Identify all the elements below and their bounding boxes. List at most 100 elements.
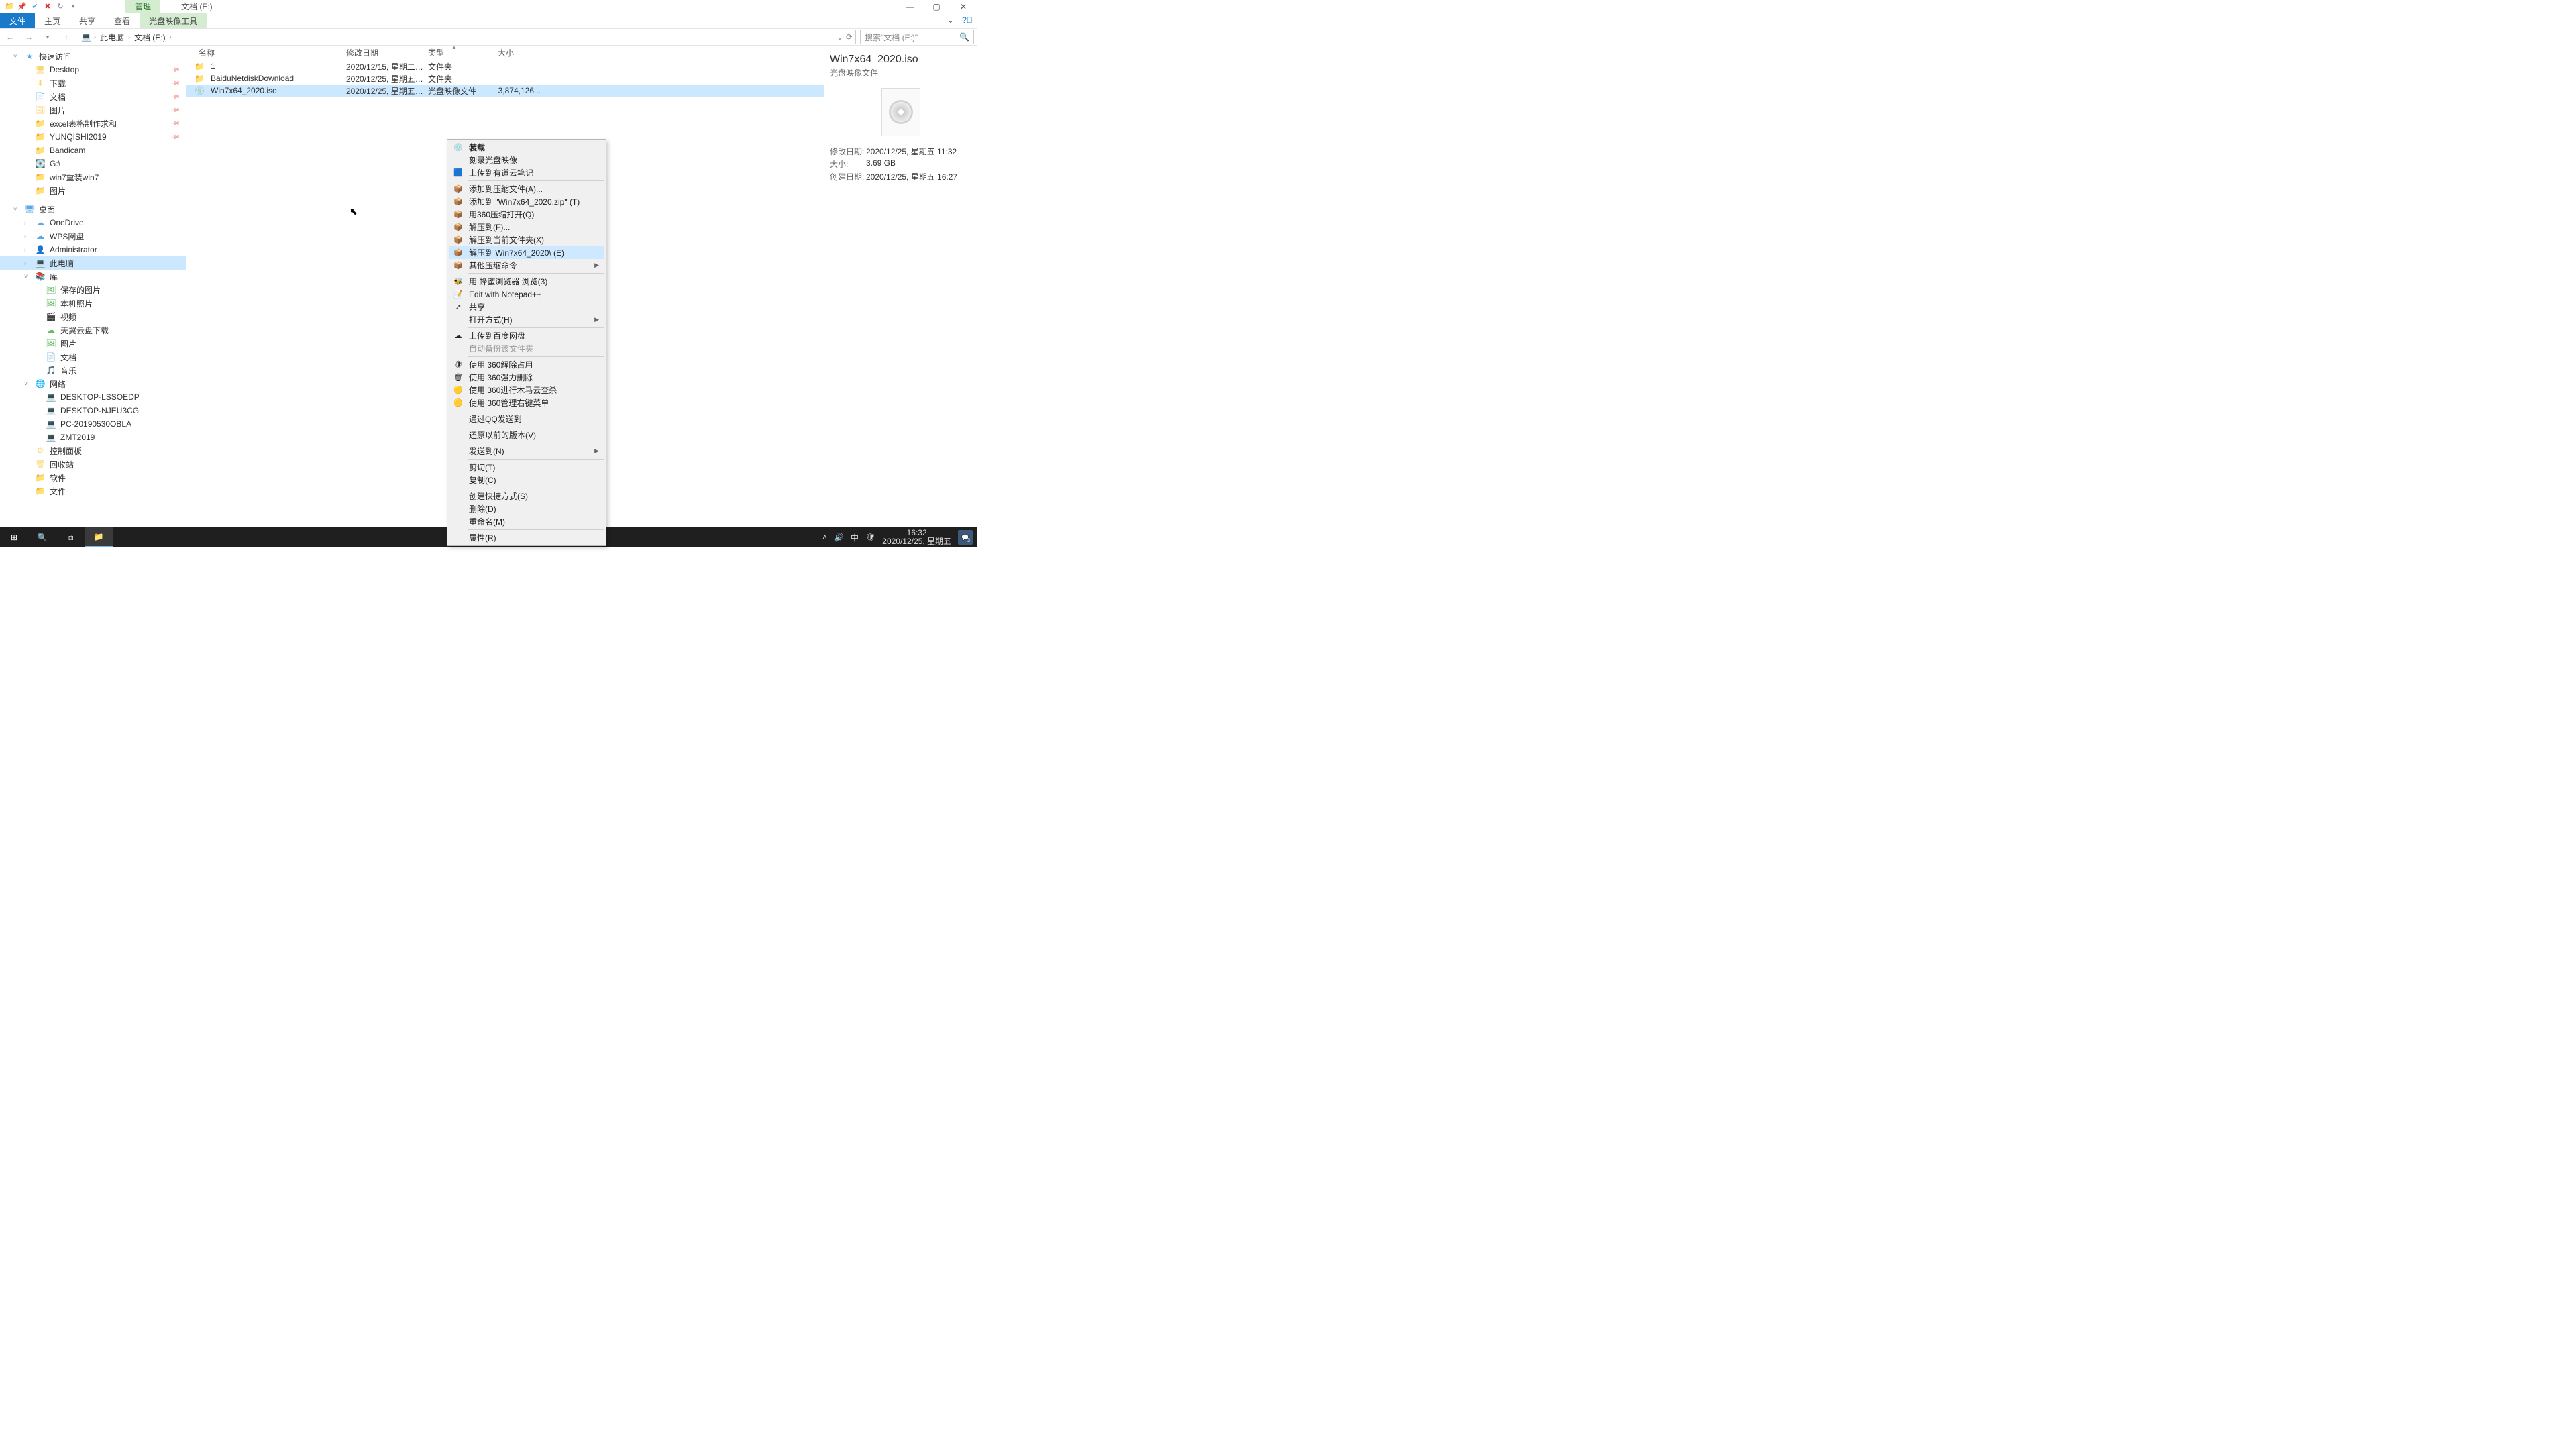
tree-item[interactable]: 🖼保存的图片 [0,283,186,297]
tree-item[interactable]: 📁win7重装win7 [0,170,186,184]
tree-item[interactable]: 📁文件 [0,484,186,498]
context-menu-item[interactable]: 重命名(M) [449,515,604,528]
context-menu-item[interactable]: 🟡使用 360进行木马云查杀 [449,384,604,396]
tree-item[interactable]: 🖼图片 [0,103,186,117]
context-menu-item[interactable]: 🗑使用 360强力删除 [449,371,604,384]
ribbon-file-tab[interactable]: 文件 [0,13,35,28]
context-menu-item[interactable]: 📦用360压缩打开(Q) [449,208,604,221]
tree-item[interactable]: ›💻此电脑 [0,256,186,270]
tree-item[interactable]: 💻ZMT2019 [0,431,186,444]
tree-item[interactable]: ›👤Administrator [0,243,186,256]
nav-history-button[interactable]: ▾ [40,30,55,44]
context-menu-item[interactable]: 发送到(N)▶ [449,445,604,458]
nav-back-button[interactable]: ← [3,30,17,44]
minimize-button[interactable]: — [896,0,923,13]
context-menu-item[interactable]: 🟦上传到有道云笔记 [449,166,604,179]
tree-item[interactable]: ˅★快速访问 [0,50,186,63]
context-menu-item[interactable]: ↗共享 [449,301,604,313]
tree-item[interactable]: 🖼图片 [0,337,186,350]
qat-pin-icon[interactable]: 📌 [17,1,28,12]
column-size[interactable]: 大小 [494,47,541,58]
task-view-button[interactable]: ⧉ [56,527,85,547]
context-menu-item[interactable]: 创建快捷方式(S) [449,490,604,502]
context-menu-item[interactable]: 📦添加到 "Win7x64_2020.zip" (T) [449,195,604,208]
expand-icon[interactable]: › [24,219,31,226]
context-menu-item[interactable]: 还原以前的版本(V) [449,429,604,441]
context-menu-item[interactable]: 打开方式(H)▶ [449,313,604,326]
tree-item[interactable]: 🖼本机照片 [0,297,186,310]
ribbon-tab-home[interactable]: 主页 [35,13,70,28]
expand-icon[interactable]: › [24,260,31,266]
file-row[interactable]: 📁BaiduNetdiskDownload2020/12/25, 星期五 1..… [186,72,824,85]
search-button[interactable]: 🔍 [28,527,56,547]
ime-indicator[interactable]: 中 [851,532,859,543]
context-menu-item[interactable]: 📝Edit with Notepad++ [449,288,604,301]
column-type[interactable]: 类型 [424,47,494,58]
tray-chevron-icon[interactable]: ˄ [822,533,827,542]
context-menu-item[interactable]: 📦解压到当前文件夹(X) [449,233,604,246]
ribbon-context-tool[interactable]: 光盘映像工具 [140,13,207,28]
notification-button[interactable]: 💬3 [958,530,973,545]
breadcrumb-part[interactable]: 此电脑 [99,32,125,43]
refresh-icon[interactable]: ⟳ [846,32,853,42]
tree-item[interactable]: 💽G:\ [0,157,186,170]
tree-item[interactable]: 📄文档 [0,350,186,364]
column-name[interactable]: 名称 [195,47,342,58]
context-menu-item[interactable]: 🐝用 蜂蜜浏览器 浏览(3) [449,275,604,288]
explorer-taskbar-button[interactable]: 📁 [85,527,113,547]
context-menu-item[interactable]: 通过QQ发送到 [449,413,604,425]
context-menu-item[interactable]: 属性(R) [449,531,604,544]
ribbon-tab-share[interactable]: 共享 [70,13,105,28]
start-button[interactable]: ⊞ [0,527,28,547]
tree-item[interactable]: 📁Bandicam [0,144,186,157]
tree-item[interactable]: 📄文档 [0,90,186,103]
nav-forward-button[interactable]: → [21,30,36,44]
expand-icon[interactable]: › [24,233,31,239]
tree-item[interactable]: 📁软件 [0,471,186,484]
tree-item[interactable]: 💻DESKTOP-LSSOEDP [0,390,186,404]
context-menu-item[interactable]: 💿装载 [449,141,604,154]
context-menu-item[interactable]: 📦解压到(F)... [449,221,604,233]
tree-item[interactable]: 🖥Desktop [0,63,186,76]
tree-item[interactable]: 📁图片 [0,184,186,197]
ribbon-tab-view[interactable]: 查看 [105,13,140,28]
column-date[interactable]: 修改日期 [342,47,424,58]
expand-icon[interactable]: ˅ [13,206,20,213]
context-menu-item[interactable]: 📦添加到压缩文件(A)... [449,182,604,195]
tree-item[interactable]: ˅🌐网络 [0,377,186,390]
expand-icon[interactable]: ˅ [24,273,31,280]
breadcrumb[interactable]: 💻 › 此电脑 › 文档 (E:) › ⌄ ⟳ [78,30,856,44]
help-icon[interactable]: ?⃝ [961,13,974,27]
nav-up-button[interactable]: ↑ [59,30,74,44]
breadcrumb-dropdown-icon[interactable]: ⌄ [837,32,843,42]
tree-item[interactable]: 🎵音乐 [0,364,186,377]
tree-item[interactable]: 🗑回收站 [0,458,186,471]
context-menu-item[interactable]: 🟡使用 360管理右键菜单 [449,396,604,409]
file-row[interactable]: 📁12020/12/15, 星期二 1...文件夹 [186,60,824,72]
qat-redo-icon[interactable]: ↻ [55,1,66,12]
context-menu-item[interactable]: 复制(C) [449,474,604,486]
context-menu-item[interactable]: 刻录光盘映像 [449,154,604,166]
qat-dropdown-icon[interactable]: ▾ [68,1,78,12]
chevron-right-icon[interactable]: › [94,34,96,40]
tree-item[interactable]: ⬇下载 [0,76,186,90]
qat-x-icon[interactable]: ✖ [42,1,53,12]
tree-item[interactable]: 📁YUNQISHI2019 [0,130,186,144]
tree-item[interactable]: ˅📚库 [0,270,186,283]
maximize-button[interactable]: ▢ [923,0,950,13]
expand-icon[interactable]: ˅ [24,380,31,387]
tree-item[interactable]: ›☁OneDrive [0,216,186,229]
close-button[interactable]: ✕ [950,0,977,13]
chevron-right-icon[interactable]: › [128,34,130,40]
expand-icon[interactable]: ˅ [13,53,20,60]
context-menu-item[interactable]: 📦其他压缩命令▶ [449,259,604,272]
tree-item[interactable]: 📁excel表格制作求和 [0,117,186,130]
tree-item[interactable]: ›☁WPS网盘 [0,229,186,243]
context-menu-item[interactable]: ☁上传到百度网盘 [449,329,604,342]
volume-icon[interactable]: 🔊 [834,533,844,542]
ribbon-expand-button[interactable]: ⌄ [941,13,961,28]
tray-shield-icon[interactable]: 🛡 [865,533,875,542]
taskbar-clock[interactable]: 16:32 2020/12/25, 星期五 [882,529,951,546]
context-menu-item[interactable]: 剪切(T) [449,461,604,474]
tree-item[interactable]: ⚙控制面板 [0,444,186,458]
